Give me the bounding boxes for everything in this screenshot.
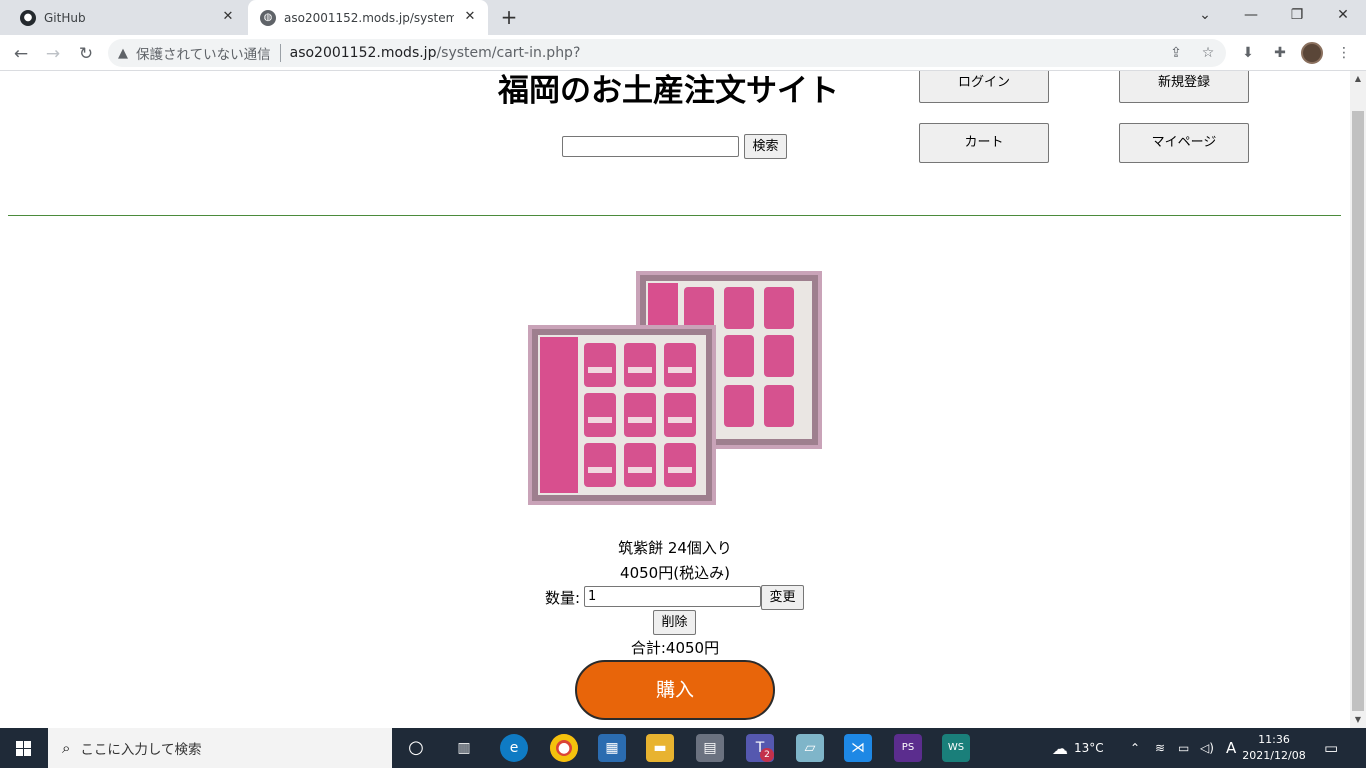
wifi-icon[interactable]: ≋ xyxy=(1155,728,1165,768)
phpstorm-icon[interactable]: PS xyxy=(894,734,922,762)
extensions-icon[interactable]: ✚ xyxy=(1270,43,1290,63)
notification-icon[interactable]: ▭ xyxy=(1324,728,1338,768)
product-image xyxy=(528,271,822,505)
close-tab-icon[interactable]: ✕ xyxy=(462,9,478,25)
battery-icon[interactable]: ▭ xyxy=(1178,728,1189,768)
back-icon[interactable]: ← xyxy=(8,41,34,67)
page-scrollbar[interactable]: ▲ ▼ xyxy=(1350,71,1366,728)
weather-temperature: 13°C xyxy=(1074,741,1104,755)
download-icon[interactable]: ⬇ xyxy=(1238,43,1258,63)
mypage-button[interactable]: マイページ xyxy=(1119,123,1249,163)
clock[interactable]: 11:36 2021/12/08 xyxy=(1238,732,1310,764)
separator xyxy=(279,44,281,62)
teams-badge: 2 xyxy=(760,748,774,762)
header-divider xyxy=(8,215,1341,216)
volume-icon[interactable]: ◁) xyxy=(1200,728,1214,768)
ime-indicator[interactable]: A xyxy=(1226,728,1236,768)
site-title: 福岡のお土産注文サイト xyxy=(498,73,839,109)
vscode-icon[interactable]: ⋊ xyxy=(844,734,872,762)
profile-avatar[interactable] xyxy=(1301,42,1323,64)
tab-github[interactable]: ● GitHub ✕ xyxy=(8,0,246,35)
purchase-button[interactable]: 購入 xyxy=(575,660,775,720)
windows-start-icon[interactable] xyxy=(0,728,48,768)
change-quantity-button[interactable]: 変更 xyxy=(761,585,804,610)
close-window-icon[interactable]: ✕ xyxy=(1320,0,1366,35)
security-label: 保護されていない通信 xyxy=(136,47,271,63)
browser-toolbar: ← → ↻ ▲ 保護されていない通信 aso2001152.mods.jp/sy… xyxy=(0,35,1366,71)
file-explorer-icon[interactable]: ▬ xyxy=(646,734,674,762)
edge-icon[interactable]: e xyxy=(500,734,528,762)
web-page: 福岡のお土産注文サイト 検索 ログイン 新規登録 カート マイページ 筑紫餅 2… xyxy=(0,71,1350,728)
close-tab-icon[interactable]: ✕ xyxy=(220,9,236,25)
calculator-icon[interactable]: ▤ xyxy=(696,734,724,762)
url-host: aso2001152.mods.jp xyxy=(289,45,437,61)
cart-total: 合計:4050円 xyxy=(630,639,720,657)
search-input[interactable] xyxy=(562,136,739,157)
register-button[interactable]: 新規登録 xyxy=(1119,71,1249,103)
github-icon: ● xyxy=(20,9,36,26)
login-button[interactable]: ログイン xyxy=(919,71,1049,103)
cloud-icon: ☁ xyxy=(1052,738,1068,758)
weather-widget[interactable]: ☁ 13°C xyxy=(1052,728,1104,768)
url-path: /system/cart-in.php? xyxy=(436,45,581,61)
store-icon[interactable]: ▦ xyxy=(598,734,626,762)
taskbar-search[interactable]: ⌕ ここに入力して検索 xyxy=(48,728,392,768)
globe-icon: ◍ xyxy=(260,9,276,26)
address-bar[interactable]: ▲ 保護されていない通信 aso2001152.mods.jp/system/c… xyxy=(108,39,1226,67)
minimize-icon[interactable]: — xyxy=(1228,0,1274,35)
taskbar: ⌕ ここに入力して検索 ○ ▥ e ● ▦ ▬ ▤ T 2 ▱ ⋊ PS WS … xyxy=(0,728,1366,768)
clock-time: 11:36 xyxy=(1258,733,1290,746)
tray-chevron-icon[interactable]: ⌃ xyxy=(1130,728,1140,768)
product-price: 4050円(税込み) xyxy=(620,564,730,582)
forward-icon[interactable]: → xyxy=(40,41,66,67)
new-tab-button[interactable]: + xyxy=(498,6,520,28)
notes-icon[interactable]: ▱ xyxy=(796,734,824,762)
quantity-label: 数量: xyxy=(545,589,581,607)
share-icon[interactable]: ⇪ xyxy=(1166,43,1186,63)
product-name: 筑紫餅 24個入り xyxy=(618,539,732,557)
tab-title: GitHub xyxy=(44,10,86,25)
tab-title: aso2001152.mods.jp/system/cart xyxy=(284,10,454,25)
search-icon: ⌕ xyxy=(62,739,71,757)
delete-item-button[interactable]: 削除 xyxy=(653,610,696,635)
cortana-icon[interactable]: ○ xyxy=(402,734,430,762)
tab-strip: ● GitHub ✕ ◍ aso2001152.mods.jp/system/c… xyxy=(0,0,1366,35)
scroll-up-icon[interactable]: ▲ xyxy=(1350,71,1366,87)
restore-icon[interactable]: ❐ xyxy=(1274,0,1320,35)
bookmark-star-icon[interactable]: ☆ xyxy=(1198,43,1218,63)
tab-cart[interactable]: ◍ aso2001152.mods.jp/system/cart ✕ xyxy=(248,0,488,35)
webstorm-icon[interactable]: WS xyxy=(942,734,970,762)
clock-date: 2021/12/08 xyxy=(1242,749,1306,762)
quantity-input[interactable]: 1 xyxy=(584,586,761,607)
menu-icon[interactable]: ⋮ xyxy=(1334,43,1354,63)
reload-icon[interactable]: ↻ xyxy=(73,41,99,67)
warning-icon: ▲ xyxy=(118,45,128,61)
task-view-icon[interactable]: ▥ xyxy=(450,734,478,762)
scroll-thumb[interactable] xyxy=(1352,111,1364,711)
scroll-down-icon[interactable]: ▼ xyxy=(1350,712,1366,728)
search-button[interactable]: 検索 xyxy=(744,134,787,159)
chrome-icon[interactable]: ● xyxy=(550,734,578,762)
cart-button[interactable]: カート xyxy=(919,123,1049,163)
tab-search-icon[interactable]: ⌄ xyxy=(1182,0,1228,35)
taskbar-search-placeholder: ここに入力して検索 xyxy=(80,742,202,758)
url-text: aso2001152.mods.jp/system/cart-in.php? xyxy=(290,45,581,61)
